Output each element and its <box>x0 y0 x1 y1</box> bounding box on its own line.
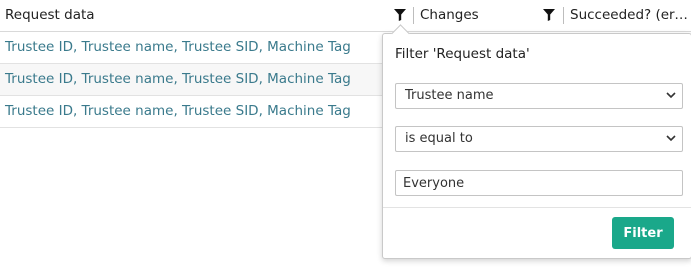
filter-column-select[interactable]: Trustee name <box>395 83 683 109</box>
chevron-down-icon <box>666 135 676 142</box>
grid-header: Request data Changes Succeeded? (err... <box>0 0 691 32</box>
request-data-cell: Trustee ID, Trustee name, Trustee SID, M… <box>5 71 351 87</box>
filter-popup: Filter 'Request data' Trustee name is eq… <box>382 24 691 259</box>
request-data-cell: Trustee ID, Trustee name, Trustee SID, M… <box>5 39 351 55</box>
filter-operator-value: is equal to <box>405 131 473 146</box>
filter-value-input[interactable] <box>395 170 683 196</box>
column-separator[interactable] <box>563 7 564 24</box>
column-header-succeeded[interactable]: Succeeded? (err... <box>570 0 691 31</box>
divider <box>383 207 691 208</box>
column-header-request-data[interactable]: Request data <box>5 0 385 31</box>
filter-icon[interactable] <box>394 9 406 21</box>
column-header-changes[interactable]: Changes <box>420 0 540 31</box>
filter-icon[interactable] <box>543 9 555 21</box>
filter-popup-title: Filter 'Request data' <box>395 46 530 62</box>
request-data-cell: Trustee ID, Trustee name, Trustee SID, M… <box>5 103 351 119</box>
filter-column-value: Trustee name <box>405 88 494 103</box>
chevron-down-icon <box>666 92 676 99</box>
filter-button[interactable]: Filter <box>612 217 674 249</box>
column-separator[interactable] <box>413 7 414 24</box>
filter-operator-select[interactable]: is equal to <box>395 126 683 152</box>
